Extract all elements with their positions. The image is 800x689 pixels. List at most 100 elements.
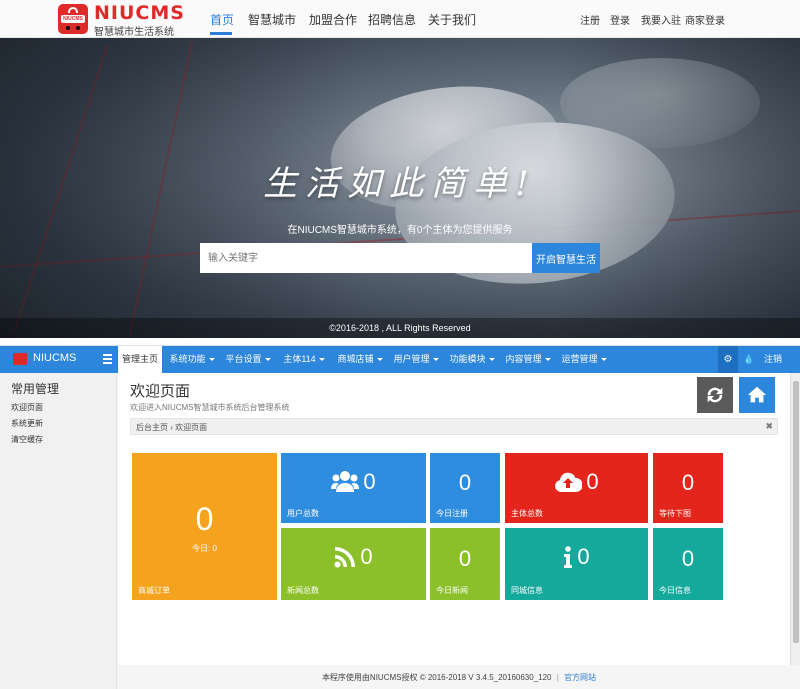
logo-subtitle: 智慧城市生活系统 [94,27,174,38]
tile-pending[interactable]: 0 等待下图 [653,453,723,523]
tile-label: 新闻总数 [287,586,319,595]
site-header: NIUCMS NIUCMS 智慧城市生活系统 首页 智慧城市 加盟合作 招聘信息… [0,0,800,38]
breadcrumb: 后台主页 › 欢迎页面 ✖ [130,418,778,435]
nav-franchise[interactable]: 加盟合作 [309,11,357,28]
menu-operations[interactable]: 运营管理 [558,346,610,373]
nav-active-indicator [210,32,232,35]
register-link[interactable]: 注册 [580,12,600,27]
admin-panel: NIUCMS 管理主页 系统功能 平台设置 主体114 商城店铺 用户管理 功能… [0,345,800,689]
tile-value: 0 [360,544,373,569]
tile-label: 用户总数 [287,509,319,518]
content-scrollbar[interactable] [790,373,800,665]
menu-system[interactable]: 系统功能 [166,346,218,373]
search-input[interactable] [200,243,532,273]
home-button[interactable] [739,377,775,413]
tile-today-register[interactable]: 0 今日注册 [430,453,500,523]
caret-down-icon [488,358,495,362]
tile-value: 0 [577,544,590,569]
tile-news[interactable]: 0 新闻总数 [281,528,426,600]
menu-toggle-icon[interactable] [103,353,112,365]
menu-label: 用户管理 [393,354,430,364]
menu-label: 运营管理 [561,354,598,364]
refresh-icon [707,387,723,403]
hero-banner: 生活如此简单! 在NIUCMS智慧城市系统，有0个主体为您提供服务 开启智慧生活… [0,38,800,338]
menu-label: 管理主页 [121,354,158,364]
caret-down-icon [208,358,215,362]
sidebar-title: 常用管理 [11,382,60,396]
sidebar-item-clear-cache[interactable]: 清空缓存 [11,434,43,445]
refresh-button[interactable] [697,377,733,413]
caret-down-icon [544,358,551,362]
caret-down-icon [376,358,383,362]
tile-today-news[interactable]: 0 今日新闻 [430,528,500,600]
menu-content[interactable]: 内容管理 [502,346,554,373]
tile-value: 0 [681,470,695,495]
rss-icon [334,547,356,568]
admin-brand: NIUCMS [0,346,118,373]
menu-subject-114[interactable]: 主体114 [278,346,330,373]
menu-label: 商城店铺 [337,354,374,364]
menu-dashboard[interactable]: 管理主页 [118,346,162,373]
menu-label: 平台设置 [225,354,262,364]
menu-shop[interactable]: 商城店铺 [334,346,386,373]
logo-bag-icon: NIUCMS [58,4,88,34]
settings-gear-icon[interactable]: ⚙ [718,346,738,373]
sidebar-item-update[interactable]: 系统更新 [11,418,43,429]
breadcrumb-text[interactable]: 后台主页 › 欢迎页面 [136,422,207,433]
tile-value: 0 [363,469,376,494]
page-subtitle: 欢迎进入NIUCMS智慧城市系统后台管理系统 [130,403,290,412]
nav-home[interactable]: 首页 [210,11,234,28]
hero-search: 开启智慧生活 [200,243,600,273]
menu-platform[interactable]: 平台设置 [222,346,274,373]
tile-label: 主体总数 [511,509,543,518]
admin-topbar: NIUCMS 管理主页 系统功能 平台设置 主体114 商城店铺 用户管理 功能… [0,346,800,373]
cloud-upload-icon [555,472,583,492]
sidebar-item-welcome[interactable]: 欢迎页面 [11,402,43,413]
admin-content: 欢迎页面 欢迎进入NIUCMS智慧城市系统后台管理系统 后台主页 › 欢迎页面 … [118,373,790,665]
site-logo[interactable]: NIUCMS NIUCMS 智慧城市生活系统 [58,2,184,38]
tile-label: 今日新闻 [436,586,468,595]
caret-down-icon [600,358,607,362]
search-button[interactable]: 开启智慧生活 [532,243,600,273]
nav-jobs[interactable]: 招聘信息 [368,11,416,28]
nav-smart-city[interactable]: 智慧城市 [248,11,296,28]
tile-label: 同城信息 [511,586,543,595]
menu-label: 系统功能 [169,354,206,364]
hero-tagline: 在NIUCMS智慧城市系统，有0个主体为您提供服务 [287,225,513,236]
admin-actions: ⚙ 💧 注销 [718,346,800,373]
official-site-link[interactable]: 官方网站 [564,673,596,682]
tile-users[interactable]: 0 用户总数 [281,453,426,523]
info-icon [564,546,573,568]
admin-sidebar: 常用管理 欢迎页面 系统更新 清空缓存 [0,373,117,689]
nav-about[interactable]: 关于我们 [428,11,476,28]
tile-city-info[interactable]: 0 同城信息 [505,528,648,600]
home-icon [747,386,767,403]
brand-logo-icon [13,353,27,365]
menu-modules[interactable]: 功能模块 [446,346,498,373]
tile-orders[interactable]: 0 今日: 0 商城订单 [132,453,277,600]
tile-value: 0 [195,501,214,537]
tile-icon-row: 0 [505,468,648,496]
merchant-join-link[interactable]: 我要入驻 [641,12,681,27]
login-link[interactable]: 登录 [610,12,630,27]
menu-users[interactable]: 用户管理 [390,346,442,373]
tile-value: 0 [681,546,695,571]
menu-label: 功能模块 [449,354,486,364]
tile-icon-row: 0 [281,543,426,571]
caret-down-icon [432,358,439,362]
tile-subjects[interactable]: 0 主体总数 [505,453,648,523]
scrollbar-thumb[interactable] [793,381,799,643]
tile-today-info[interactable]: 0 今日信息 [653,528,723,600]
tile-label: 今日信息 [659,586,691,595]
admin-brand-text: NIUCMS [33,352,77,364]
theme-drop-icon[interactable]: 💧 [742,346,756,373]
hero-slogan: 生活如此简单! [263,164,537,204]
users-icon [331,471,360,492]
logout-link[interactable]: 注销 [764,346,782,373]
tile-value: 0 [586,469,599,494]
close-icon[interactable]: ✖ [765,421,773,432]
admin-footer: 本程序使用由NIUCMS授权 © 2016-2018 V 3.4.5_20160… [118,665,800,689]
menu-label: 主体114 [283,354,316,364]
merchant-login-link[interactable]: 商家登录 [685,12,725,27]
footer-copyright: 本程序使用由NIUCMS授权 © 2016-2018 V 3.4.5_20160… [321,673,552,682]
